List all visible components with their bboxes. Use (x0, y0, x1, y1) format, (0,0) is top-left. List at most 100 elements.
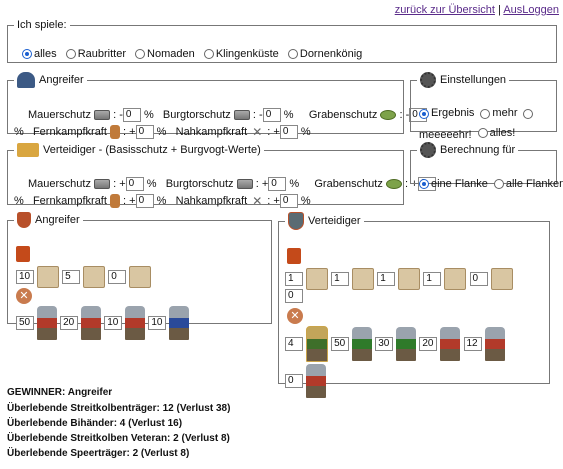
guard-icon (440, 327, 461, 361)
defender-units-icon: ✕ (287, 308, 303, 324)
tools-tower-icon (287, 248, 301, 264)
defender-wall-input[interactable]: 0 (125, 177, 144, 191)
logout-link[interactable]: AusLoggen (503, 4, 559, 16)
attacker-modifiers-legend: Angreifer (39, 74, 84, 86)
attacker-modifiers-fieldset: Angreifer Mauerschutz : -0 % Burgtorschu… (7, 72, 428, 139)
siege-tower-icon (129, 266, 152, 288)
setting-alles[interactable]: alles! (477, 125, 515, 142)
spearman-icon (306, 364, 327, 398)
gate-icon (236, 179, 253, 189)
attacker-unit-input[interactable]: 50 (16, 316, 34, 330)
defender-shield-icon (288, 212, 304, 230)
faction-options: alles Raubritter Nomaden Klingenküste Do… (22, 48, 368, 62)
calc-one-flank[interactable]: eine Flanke (419, 178, 488, 190)
defender-unit-input[interactable]: 30 (375, 337, 394, 351)
defender-tools-row: 1 1 1 1 0 (285, 268, 513, 290)
attacker-tools-row: 10 5 0 (16, 266, 152, 288)
attacker-tool-input[interactable]: 5 (62, 270, 81, 284)
bow-icon (109, 194, 120, 208)
attacker-protection-row: Mauerschutz : -0 % Burgtorschutz : -0 % … (28, 108, 428, 122)
attacker-army-legend: Angreifer (35, 214, 80, 226)
back-to-overview-link[interactable]: zurück zur Übersicht (395, 4, 495, 16)
attacker-ranged-input[interactable]: 0 (135, 125, 154, 139)
attacker-shield-icon (17, 212, 31, 228)
defender-army-fieldset: Verteidiger 1 1 1 1 0 0 ✕ 4 50 30 20 12 … (278, 212, 550, 398)
tool-icon (306, 268, 329, 290)
defender-tool-input[interactable]: 1 (285, 272, 303, 286)
calculation-legend: Berechnung für (440, 144, 516, 156)
moat-icon (385, 179, 402, 189)
setting-meeeeehr-radio[interactable] (523, 108, 534, 119)
defender-tools-row-2: 0 (285, 289, 303, 303)
defender-gate-input[interactable]: 0 (268, 177, 287, 191)
halberdier-icon (484, 327, 505, 361)
settings-options: Ergebnis mehr meeeeehr! alles! (419, 105, 554, 144)
attacker-unit-input[interactable]: 10 (104, 316, 123, 330)
crossed-swords-icon: ✕ (252, 125, 263, 139)
attacker-tool-input[interactable]: 10 (16, 270, 34, 284)
radio[interactable] (135, 49, 146, 59)
attacker-unit-input[interactable]: 20 (60, 316, 79, 330)
radio[interactable] (477, 128, 488, 138)
tool-icon (490, 268, 513, 290)
defender-unit-input[interactable]: 50 (331, 337, 350, 351)
attacker-unit-input[interactable]: 10 (148, 316, 167, 330)
attacker-melee-input[interactable]: 0 (279, 125, 298, 139)
tool-icon (444, 268, 467, 290)
radio[interactable] (480, 108, 491, 119)
defender-tool-input[interactable]: 1 (377, 272, 396, 286)
crossed-swords-icon: ✕ (252, 194, 263, 208)
settings-fieldset: Einstellungen Ergebnis mehr meeeeehr! alle… (410, 72, 557, 141)
defender-tool-input[interactable]: 0 (285, 289, 303, 303)
survivor-line: Überlebende Bihänder: 4 (Verlust 16) (7, 418, 183, 429)
radio[interactable] (287, 49, 298, 59)
radio[interactable] (203, 49, 214, 59)
attacker-army-fieldset: Angreifer 10 5 0 ✕ 50 20 10 10 (7, 212, 272, 340)
survivor-line: Überlebende Speerträger: 2 (Verlust 8) (7, 448, 190, 459)
attacker-tool-input[interactable]: 0 (108, 270, 127, 284)
attacker-units-icon: ✕ (16, 288, 32, 304)
defender-combat-row: % Fernkampfkraft : +0 % Nahkampfkraft ✕ … (14, 194, 311, 208)
attacker-units-row: 50 20 10 10 (16, 306, 190, 340)
faction-option-dornenkoenig[interactable]: Dornenkönig (287, 48, 362, 60)
setting-ergebnis[interactable]: Ergebnis (419, 105, 474, 122)
defender-tool-input[interactable]: 1 (331, 272, 350, 286)
faction-legend: Ich spiele: (17, 19, 67, 31)
tool-icon (352, 268, 375, 290)
defender-melee-input[interactable]: 0 (279, 194, 298, 208)
attacker-combat-row: % Fernkampfkraft : +0 % Nahkampfkraft ✕ … (14, 125, 311, 139)
wall-icon (94, 179, 111, 189)
crossbowman-icon (396, 327, 417, 361)
helmet-icon (17, 72, 35, 88)
mace-soldier-icon (37, 306, 58, 340)
mace-veteran-icon (125, 306, 146, 340)
defender-unit-input[interactable]: 0 (285, 374, 303, 388)
defender-unit-input[interactable]: 20 (419, 337, 438, 351)
defender-modifiers-fieldset: Verteidiger - (Basisschutz + Burgvogt-We… (7, 143, 436, 208)
faction-option-raubritter[interactable]: Raubritter (65, 48, 126, 60)
defender-tool-input[interactable]: 1 (423, 272, 442, 286)
radio-selected[interactable] (22, 49, 32, 59)
winner-text: GEWINNER: Angreifer (7, 387, 113, 398)
calc-all-flanks[interactable]: alle Flanken (493, 178, 563, 190)
defender-unit-input[interactable]: 12 (463, 337, 482, 351)
faction-option-alles[interactable]: alles (22, 48, 57, 60)
archer-icon (352, 327, 373, 361)
faction-option-klingenkueste[interactable]: Klingenküste (203, 48, 279, 60)
top-nav: zurück zur Übersicht | AusLoggen (395, 4, 559, 16)
defender-unit-input[interactable]: 4 (285, 337, 303, 351)
radio-selected[interactable] (419, 179, 429, 189)
radio-selected[interactable] (419, 108, 429, 119)
gear-icon (420, 72, 436, 88)
radio[interactable] (65, 49, 76, 59)
defender-ranged-input[interactable]: 0 (135, 194, 154, 208)
defender-tool-input[interactable]: 0 (469, 272, 488, 286)
radio[interactable] (493, 179, 504, 189)
defender-army-legend: Verteidiger (308, 215, 361, 227)
faction-option-nomaden[interactable]: Nomaden (135, 48, 195, 60)
bow-icon (109, 125, 120, 139)
attacker-wall-input[interactable]: 0 (122, 108, 141, 122)
setting-mehr[interactable]: mehr (480, 105, 517, 122)
defender-units-row-2: 0 (285, 364, 327, 398)
attacker-gate-input[interactable]: 0 (262, 108, 281, 122)
